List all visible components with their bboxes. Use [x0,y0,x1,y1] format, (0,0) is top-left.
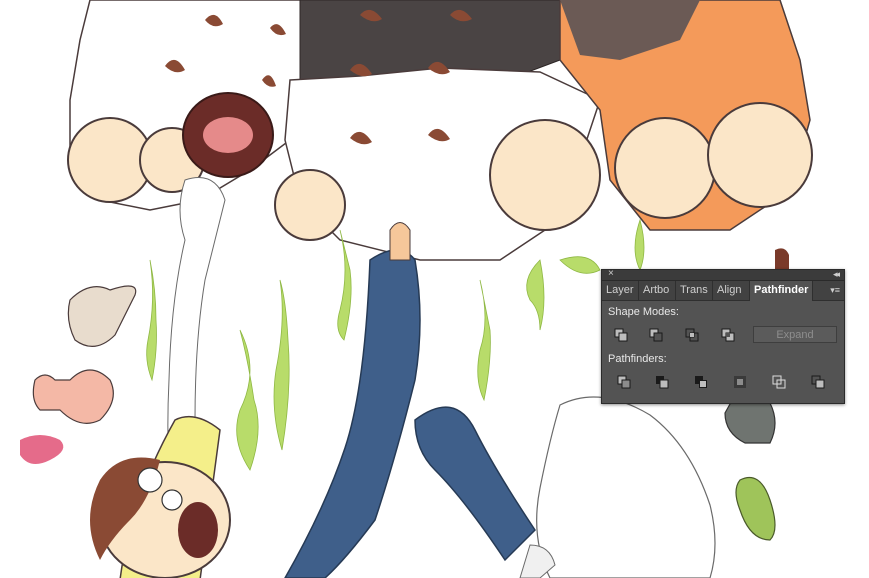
crop-icon[interactable] [731,373,749,391]
tab-artboards[interactable]: Artbo [639,281,676,300]
pickle-object [735,476,776,541]
expand-button[interactable]: Expand [753,326,837,343]
intersect-icon[interactable] [683,326,701,344]
outline-icon[interactable] [770,373,788,391]
pink-rag-object [20,435,64,464]
trim-icon[interactable] [653,373,671,391]
tab-pathfinder[interactable]: Pathfinder [750,281,814,301]
tab-layers[interactable]: Layer [602,281,639,300]
exclude-icon[interactable] [719,326,737,344]
unite-icon[interactable] [612,326,630,344]
shape-modes-label: Shape Modes: [608,306,679,318]
pink-bottle-object [32,369,114,424]
collapse-icon[interactable]: ◂◂ [833,268,840,280]
white-sleeve [536,396,716,578]
pathfinders-label: Pathfinders: [608,353,667,365]
pathfinder-panel: × ◂◂ Layer Artbo Trans Align Pathfinder … [601,268,845,404]
minus-back-icon[interactable] [809,373,827,391]
character-jeans [284,249,421,578]
panel-title-bar[interactable]: × ◂◂ [602,268,844,281]
character-leg-right [414,406,536,562]
close-icon[interactable]: × [608,268,614,280]
minus-front-icon[interactable] [647,326,665,344]
panel-tabs: Layer Artbo Trans Align Pathfinder ▾≡ [602,281,844,301]
tab-align[interactable]: Align [713,281,750,300]
panel-menu-icon[interactable]: ▾≡ [830,285,840,296]
divide-icon[interactable] [615,373,633,391]
tab-transform[interactable]: Trans [676,281,713,300]
merge-icon[interactable] [692,373,710,391]
shell-object [67,285,137,347]
